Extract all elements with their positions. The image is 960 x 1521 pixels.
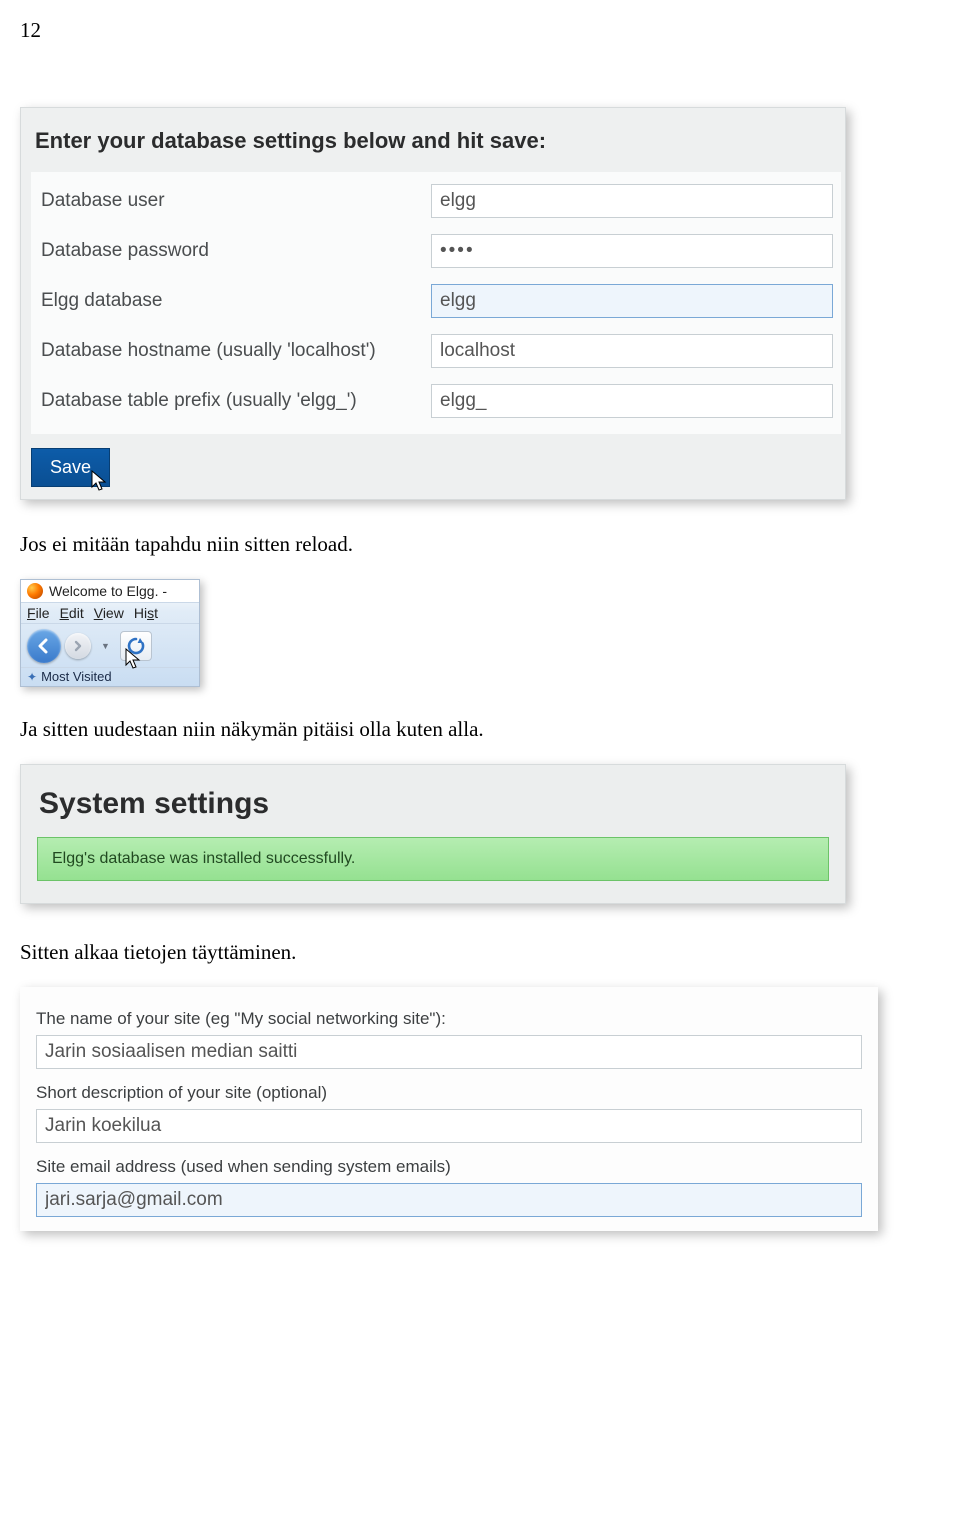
db-user-label: Database user bbox=[41, 189, 431, 214]
firefox-menu-bar: File Edit View Hist bbox=[21, 602, 199, 624]
db-user-row: Database user bbox=[41, 178, 833, 228]
forward-button[interactable] bbox=[65, 633, 91, 659]
firefox-icon bbox=[27, 583, 43, 599]
db-settings-body: Database user Database password •••• Elg… bbox=[31, 172, 841, 434]
most-visited-link[interactable]: Most Visited bbox=[41, 669, 112, 684]
db-prefix-row: Database table prefix (usually 'elgg_') bbox=[41, 378, 833, 428]
reload-button[interactable] bbox=[120, 631, 152, 661]
menu-history[interactable]: Hist bbox=[134, 605, 158, 621]
menu-edit[interactable]: Edit bbox=[60, 605, 84, 621]
db-password-row: Database password •••• bbox=[41, 228, 833, 278]
db-host-label: Database hostname (usually 'localhost') bbox=[41, 339, 431, 364]
firefox-titlebar: Welcome to Elgg. - bbox=[21, 580, 199, 602]
page-number: 12 bbox=[20, 18, 960, 43]
site-description-input[interactable] bbox=[36, 1109, 862, 1143]
firefox-toolbar: ▼ bbox=[21, 624, 199, 667]
menu-view[interactable]: View bbox=[94, 605, 124, 621]
db-settings-title: Enter your database settings below and h… bbox=[21, 114, 845, 172]
db-prefix-label: Database table prefix (usually 'elgg_') bbox=[41, 389, 431, 414]
instruction-text-2: Ja sitten uudestaan niin näkymän pitäisi… bbox=[20, 717, 960, 742]
db-name-row: Elgg database bbox=[41, 278, 833, 328]
firefox-tab-title: Welcome to Elgg. - bbox=[49, 583, 167, 599]
system-settings-title: System settings bbox=[37, 771, 835, 837]
db-password-input[interactable]: •••• bbox=[431, 234, 833, 268]
firefox-window-snippet: Welcome to Elgg. - File Edit View Hist ▼ bbox=[20, 579, 200, 687]
site-email-input[interactable] bbox=[36, 1183, 862, 1217]
back-button[interactable] bbox=[27, 629, 61, 663]
db-prefix-input[interactable] bbox=[431, 384, 833, 418]
system-success-message: Elgg's database was installed successful… bbox=[37, 837, 829, 881]
db-name-label: Elgg database bbox=[41, 289, 431, 314]
instruction-text-3: Sitten alkaa tietojen täyttäminen. bbox=[20, 940, 960, 965]
db-name-input[interactable] bbox=[431, 284, 833, 318]
instruction-text-1: Jos ei mitään tapahdu niin sitten reload… bbox=[20, 532, 960, 557]
history-dropdown-icon[interactable]: ▼ bbox=[101, 641, 110, 651]
menu-file[interactable]: File bbox=[27, 605, 50, 621]
db-settings-panel: Enter your database settings below and h… bbox=[20, 107, 846, 500]
site-name-label: The name of your site (eg "My social net… bbox=[36, 1009, 862, 1029]
site-form-panel: The name of your site (eg "My social net… bbox=[20, 987, 878, 1231]
db-host-input[interactable] bbox=[431, 334, 833, 368]
system-settings-panel: System settings Elgg's database was inst… bbox=[20, 764, 846, 904]
arrow-right-icon bbox=[72, 640, 84, 652]
arrow-left-icon bbox=[36, 638, 52, 654]
db-host-row: Database hostname (usually 'localhost') bbox=[41, 328, 833, 378]
firefox-bookmarks-bar: ✦ Most Visited bbox=[21, 667, 199, 686]
site-name-input[interactable] bbox=[36, 1035, 862, 1069]
db-password-label: Database password bbox=[41, 239, 431, 264]
site-email-label: Site email address (used when sending sy… bbox=[36, 1157, 862, 1177]
db-user-input[interactable] bbox=[431, 184, 833, 218]
save-button[interactable]: Save bbox=[31, 448, 110, 487]
reload-icon bbox=[126, 636, 146, 656]
bookmark-star-icon: ✦ bbox=[27, 670, 37, 684]
site-description-label: Short description of your site (optional… bbox=[36, 1083, 862, 1103]
